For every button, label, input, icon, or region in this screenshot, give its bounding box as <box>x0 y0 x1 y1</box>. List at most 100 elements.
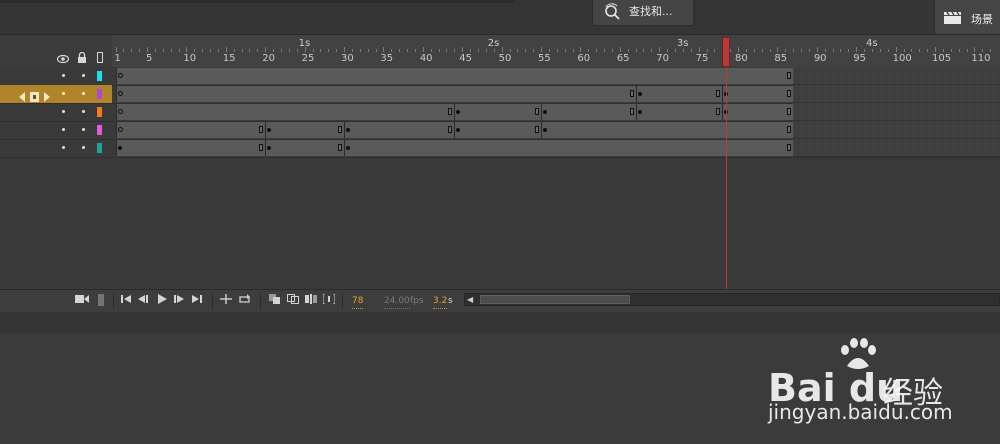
go-first-frame-icon[interactable] <box>120 294 132 308</box>
frame-span[interactable] <box>344 122 455 138</box>
frame-span[interactable] <box>635 104 723 120</box>
scene-button[interactable]: 场景 <box>934 0 1000 34</box>
scroll-left-icon[interactable]: ◀ <box>467 294 477 305</box>
keyframe-dot[interactable] <box>346 146 351 150</box>
empty-keyframe-circle[interactable] <box>117 109 123 114</box>
ruler-tick <box>682 49 684 52</box>
frame-span[interactable] <box>541 122 794 138</box>
layer-color-swatch[interactable] <box>97 143 102 153</box>
visibility-dot[interactable] <box>62 146 65 149</box>
playhead-handle[interactable] <box>722 37 731 67</box>
frame-span[interactable] <box>454 122 541 138</box>
lock-icon[interactable] <box>77 48 87 67</box>
layer-row[interactable] <box>0 85 112 104</box>
empty-keyframe-circle[interactable] <box>117 73 123 78</box>
ruler-tick <box>131 49 133 52</box>
frame-span[interactable] <box>722 86 794 102</box>
ruler-tick <box>470 49 472 52</box>
ruler-tick <box>525 49 527 52</box>
ruler-tick <box>351 49 353 52</box>
frame-span-end <box>787 144 792 151</box>
layer-row[interactable] <box>0 67 112 86</box>
divider <box>113 293 114 309</box>
onion-outline-icon[interactable] <box>286 294 300 308</box>
keyframe-dot[interactable] <box>346 128 351 132</box>
onion-skin-icon[interactable] <box>268 294 282 308</box>
ruler-tick <box>801 49 803 52</box>
ruler-frame-label: 25 <box>301 53 315 64</box>
current-frame-value[interactable]: 78 <box>352 294 364 309</box>
visibility-dot[interactable] <box>62 74 65 77</box>
ruler-tick <box>738 47 740 52</box>
ruler-tick <box>706 49 708 52</box>
edit-multiple-frames-icon[interactable] <box>304 294 318 308</box>
ruler-tick <box>990 49 992 52</box>
frame-span[interactable] <box>635 86 723 102</box>
frame-span-end <box>535 126 540 133</box>
frame-span[interactable] <box>265 122 345 138</box>
go-last-frame-icon[interactable] <box>191 294 203 308</box>
visibility-dot[interactable] <box>82 146 85 149</box>
layer-row[interactable] <box>0 103 112 122</box>
keyframe-dot[interactable] <box>117 146 122 150</box>
visibility-dot[interactable] <box>82 74 85 77</box>
frame-span[interactable] <box>722 104 794 120</box>
modify-markers-icon[interactable] <box>322 293 336 308</box>
layer-row[interactable] <box>0 121 112 140</box>
empty-keyframe-circle[interactable] <box>117 127 123 132</box>
keyframe-dot[interactable] <box>637 110 642 114</box>
visibility-dot[interactable] <box>62 128 65 131</box>
center-frame-icon[interactable] <box>219 294 233 308</box>
step-back-icon[interactable] <box>137 294 149 308</box>
layer-color-swatch[interactable] <box>97 107 102 117</box>
empty-frame-grid[interactable] <box>793 67 1000 157</box>
layer-color-swatch[interactable] <box>97 89 102 99</box>
keyframe-dot[interactable] <box>543 110 548 114</box>
frame-span[interactable] <box>541 104 636 120</box>
frame-span[interactable] <box>115 86 636 102</box>
frame-span[interactable] <box>115 104 455 120</box>
frame-span[interactable] <box>115 140 266 156</box>
ruler-tick <box>312 49 314 52</box>
fps-value[interactable]: 24.00 <box>384 294 410 309</box>
frame-span[interactable] <box>115 68 794 84</box>
visibility-dot[interactable] <box>82 128 85 131</box>
outline-icon[interactable] <box>97 48 103 67</box>
keyframe-dot[interactable] <box>543 128 548 132</box>
frame-ruler[interactable]: 1 5 10 15 20 25 30 35 40 45 50 55 60 65 70 75 80 85 90 95 10… <box>112 35 1000 68</box>
visibility-dot[interactable] <box>62 92 65 95</box>
ruler-tick <box>635 49 637 52</box>
play-icon[interactable] <box>156 294 168 308</box>
frame-span-end <box>716 108 721 115</box>
visibility-dot[interactable] <box>82 92 85 95</box>
keyframe-dot[interactable] <box>637 92 642 96</box>
layer-color-swatch[interactable] <box>97 71 102 81</box>
ruler-tick <box>217 49 219 52</box>
ruler-tick <box>162 49 164 52</box>
ruler-tick <box>210 49 212 52</box>
ruler-tick <box>927 49 929 52</box>
frame-span[interactable] <box>115 122 266 138</box>
frame-span[interactable] <box>454 104 541 120</box>
empty-keyframe-circle[interactable] <box>117 91 123 96</box>
layer-color-swatch[interactable] <box>97 125 102 135</box>
ruler-tick <box>761 49 763 52</box>
frame-span[interactable] <box>265 140 345 156</box>
ruler-frame-label: 5 <box>146 53 153 64</box>
step-forward-icon[interactable] <box>173 294 185 308</box>
loop-icon[interactable] <box>238 294 252 308</box>
grip-icon[interactable] <box>97 294 105 308</box>
elapsed-time-value[interactable]: 3.2 <box>433 294 448 309</box>
layer-row[interactable] <box>0 139 112 158</box>
ruler-tick <box>793 49 795 52</box>
visibility-dot[interactable] <box>62 110 65 113</box>
eye-icon[interactable] <box>56 49 70 68</box>
ruler-tick <box>627 49 629 52</box>
camera-icon[interactable] <box>74 294 90 308</box>
ruler-tick <box>769 49 771 52</box>
scrollbar-thumb[interactable] <box>480 295 630 304</box>
visibility-dot[interactable] <box>82 110 85 113</box>
find-replace-button[interactable]: 查找和... <box>592 0 694 26</box>
divider <box>212 293 213 309</box>
time-unit: s <box>448 296 453 306</box>
